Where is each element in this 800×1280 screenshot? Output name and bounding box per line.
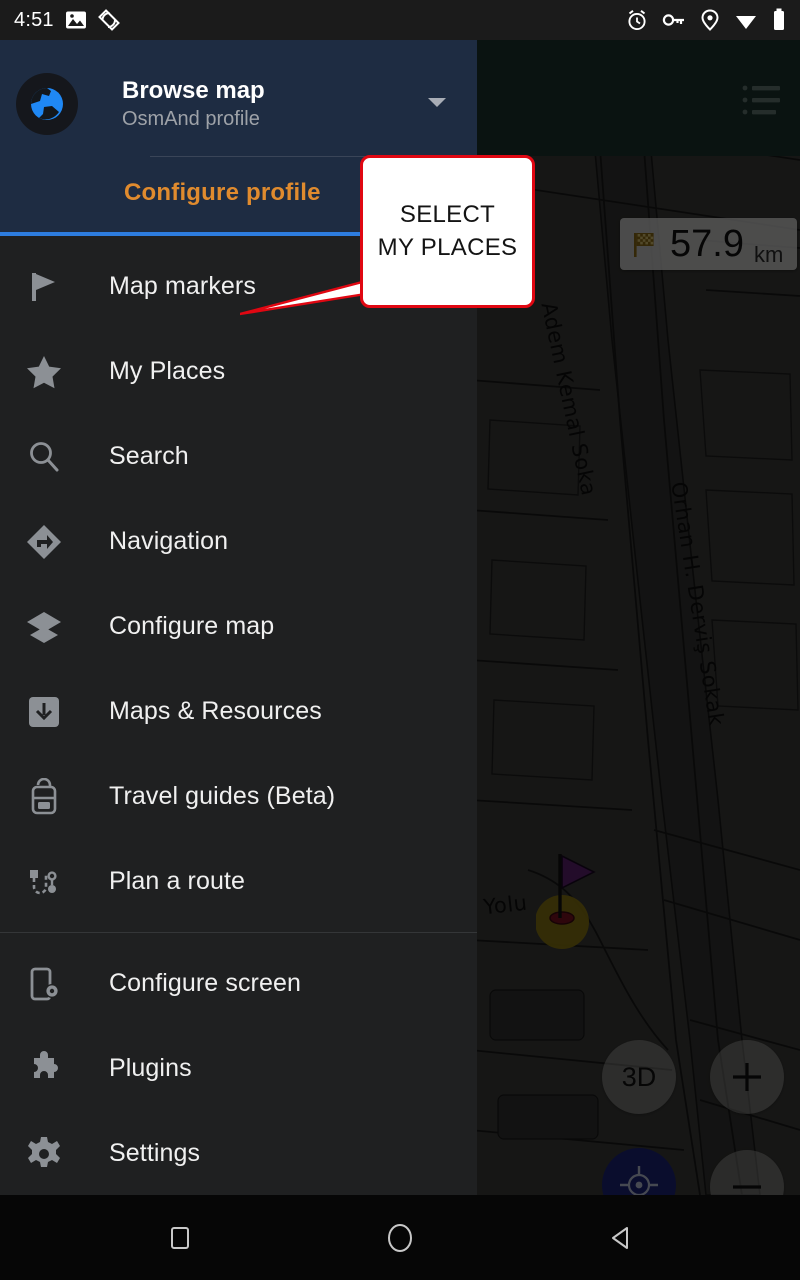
menu-item-settings[interactable]: Settings: [0, 1111, 477, 1196]
screen-rotation-icon: [97, 9, 120, 31]
home-circle-icon[interactable]: [370, 1208, 430, 1268]
backpack-icon: [20, 773, 68, 821]
profile-subtitle: OsmAnd profile: [122, 107, 260, 130]
globe-icon: [31, 88, 63, 120]
menu-item-label: Configure map: [109, 612, 275, 640]
wifi-icon: [736, 16, 756, 29]
puzzle-icon: [20, 1045, 68, 1093]
flag-icon: [20, 263, 68, 311]
back-triangle-icon[interactable]: [590, 1208, 650, 1268]
status-bar: 4:51: [0, 0, 800, 40]
battery-icon: [774, 8, 784, 30]
status-right-group: [626, 8, 786, 32]
gear-icon: [20, 1130, 68, 1178]
callout-line1: SELECT: [399, 201, 496, 229]
menu-item-label: Travel guides (Beta): [109, 782, 336, 810]
callout-bubble: SELECT MY PLACES: [360, 155, 535, 308]
profile-title: Browse map: [122, 77, 265, 105]
menu-item-label: Navigation: [109, 527, 229, 555]
layers-icon: [20, 603, 68, 651]
list-icon[interactable]: [740, 80, 784, 120]
status-left-group: 4:51: [14, 9, 120, 32]
menu-item-search[interactable]: Search: [0, 414, 477, 499]
menu-item-configure-screen[interactable]: Configure screen: [0, 941, 477, 1026]
search-icon: [20, 433, 68, 481]
menu-item-label: My Places: [109, 357, 226, 385]
image-icon: [65, 11, 86, 29]
profile-text: Browse map OsmAnd profile: [122, 77, 423, 131]
menu-item-label: Plugins: [109, 1054, 192, 1082]
profile-selector[interactable]: Browse map OsmAnd profile: [0, 40, 477, 150]
menu-item-configure-map[interactable]: Configure map: [0, 584, 477, 669]
download-icon: [20, 688, 68, 736]
app-screen: Adem Kemal Soka Orhan H. Derviş Sokak r …: [0, 0, 800, 1280]
recents-square-icon[interactable]: [150, 1208, 210, 1268]
android-navigation-bar: [0, 1195, 800, 1280]
menu-item-travel-guides[interactable]: Travel guides (Beta): [0, 754, 477, 839]
menu-item-label: Maps & Resources: [109, 697, 322, 725]
avatar: [16, 73, 78, 135]
menu-item-label: Map markers: [109, 272, 256, 300]
star-icon: [20, 348, 68, 396]
callout-text: SELECT MY PLACES: [378, 199, 518, 264]
menu-item-navigation[interactable]: Navigation: [0, 499, 477, 584]
menu-item-my-places[interactable]: My Places: [0, 329, 477, 414]
vpn-key-icon: [662, 14, 684, 26]
navigation-icon: [20, 518, 68, 566]
screen-settings-icon: [20, 960, 68, 1008]
menu-item-label: Plan a route: [109, 867, 246, 895]
drawer-scrim[interactable]: [477, 156, 800, 1195]
alarm-icon: [628, 10, 646, 31]
menu-divider: [0, 932, 477, 933]
menu-item-plan-a-route[interactable]: Plan a route: [0, 839, 477, 924]
menu-item-label: Settings: [109, 1139, 201, 1167]
status-clock: 4:51: [14, 8, 54, 31]
location-icon: [701, 9, 719, 31]
menu-item-plugins[interactable]: Plugins: [0, 1026, 477, 1111]
route-icon: [20, 858, 68, 906]
drawer-menu: Map markers My Places Search Navigation …: [0, 236, 477, 1196]
menu-item-label: Search: [109, 442, 189, 470]
menu-item-label: Configure screen: [109, 969, 301, 997]
callout-line2: MY PLACES: [377, 233, 518, 261]
menu-item-maps-resources[interactable]: Maps & Resources: [0, 669, 477, 754]
chevron-down-icon[interactable]: [423, 88, 451, 121]
